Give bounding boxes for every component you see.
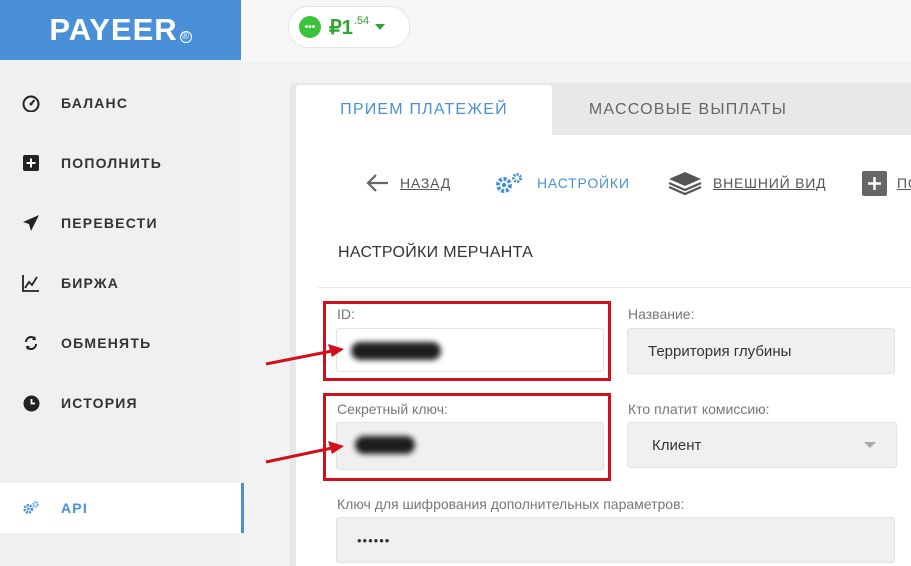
arrow-left-icon: [366, 174, 388, 192]
annotation-arrow-icon: [265, 441, 344, 464]
sidebar-item-history[interactable]: ИСТОРИЯ: [0, 383, 241, 423]
sidebar-item-label: ИСТОРИЯ: [61, 395, 138, 411]
layers-icon: [668, 172, 702, 196]
sidebar-item-label: API: [61, 500, 88, 516]
id-label: ID:: [337, 306, 355, 322]
gauge-icon: [22, 94, 40, 112]
logo-text: PAYEER: [49, 12, 178, 47]
merchant-id-field[interactable]: [336, 328, 604, 372]
appearance-label: ВНЕШНИЙ ВИД: [713, 175, 827, 191]
page-title: НАСТРОЙКИ МЕРЧАНТА: [338, 244, 534, 261]
redacted-value: [355, 436, 415, 454]
sidebar-item-label: ПОПОЛНИТЬ: [61, 155, 162, 171]
name-label: Название:: [628, 306, 695, 322]
add-label: ПО: [897, 175, 911, 191]
sidebar-item-balance[interactable]: БАЛАНС: [0, 83, 241, 123]
chevron-down-icon: [375, 24, 386, 30]
sidebar-item-deposit[interactable]: ПОПОЛНИТЬ: [0, 143, 241, 183]
gears-icon: [22, 499, 40, 517]
plus-square-icon: [862, 170, 887, 196]
sidebar-item-label: ПЕРЕВЕСТИ: [61, 215, 158, 231]
divider: [318, 287, 911, 288]
payeer-logo[interactable]: PAYEER ®: [0, 0, 241, 60]
settings-link[interactable]: НАСТРОЙКИ: [493, 170, 630, 196]
annotation-arrow-icon: [265, 344, 344, 366]
tab-bar: ПРИЕМ ПЛАТЕЖЕЙ МАССОВЫЕ ВЫПЛАТЫ: [290, 83, 911, 135]
encryption-key-label: Ключ для шифрования дополнительных парам…: [337, 496, 685, 512]
currency-symbol: ₽: [329, 16, 342, 39]
sidebar-item-transfer[interactable]: ПЕРЕВЕСТИ: [0, 203, 241, 243]
back-link[interactable]: НАЗАД: [366, 170, 451, 196]
settings-label: НАСТРОЙКИ: [537, 175, 630, 191]
add-link[interactable]: ПО: [862, 170, 911, 196]
secret-key-input[interactable]: [336, 422, 604, 470]
tab-mass-payouts[interactable]: МАССОВЫЕ ВЫПЛАТЫ: [570, 85, 806, 135]
more-icon: •••: [299, 16, 321, 38]
appearance-link[interactable]: ВНЕШНИЙ ВИД: [667, 170, 826, 196]
merchant-name-input[interactable]: Территория глубины: [627, 328, 895, 374]
sidebar-item-exchange-market[interactable]: БИРЖА: [0, 263, 241, 303]
commission-value: Клиент: [652, 436, 702, 454]
clock-icon: [22, 394, 40, 412]
balance-amount: ₽1: [329, 15, 353, 40]
redacted-value: [351, 342, 441, 360]
encryption-key-input[interactable]: ••••••: [336, 517, 895, 563]
registered-mark: ®: [179, 31, 192, 43]
commission-label: Кто платит комиссию:: [628, 401, 770, 417]
chevron-down-icon: [864, 442, 876, 448]
commission-select[interactable]: Клиент: [627, 422, 897, 468]
sidebar-item-label: БИРЖА: [61, 275, 120, 291]
sidebar-item-label: БАЛАНС: [61, 95, 129, 111]
sidebar-item-api[interactable]: API: [0, 483, 244, 533]
tab-accept-payments[interactable]: ПРИЕМ ПЛАТЕЖЕЙ: [296, 85, 552, 135]
balance-integer: 1: [341, 16, 353, 39]
gears-icon: [496, 173, 522, 193]
sidebar: PAYEER ® БАЛАНС ПОПОЛНИТЬ ПЕРЕВЕСТИ БИРЖА…: [0, 0, 244, 566]
back-label: НАЗАД: [400, 175, 452, 191]
sidebar-item-label: ОБМЕНЯТЬ: [61, 335, 152, 351]
balance-dropdown[interactable]: ••• ₽1 .54: [288, 6, 410, 48]
secret-key-label: Секретный ключ:: [337, 401, 448, 417]
plus-square-icon: [22, 154, 40, 172]
chart-icon: [22, 274, 40, 292]
paper-plane-icon: [22, 214, 40, 232]
exchange-icon: [22, 334, 40, 352]
balance-decimal: .54: [353, 15, 370, 27]
sidebar-item-exchange[interactable]: ОБМЕНЯТЬ: [0, 323, 241, 363]
